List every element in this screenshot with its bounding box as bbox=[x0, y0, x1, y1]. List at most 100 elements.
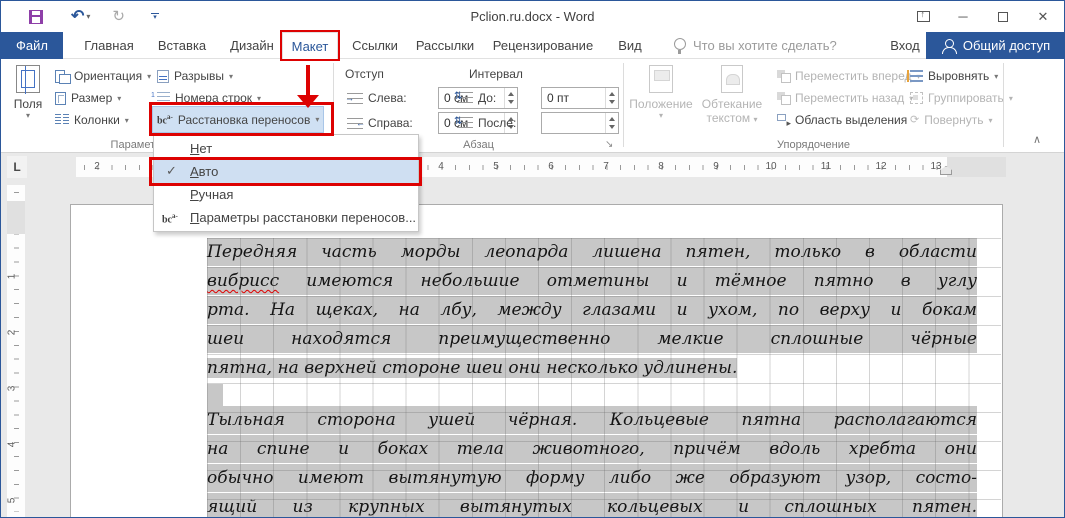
rotate-icon: ⟳ bbox=[910, 114, 919, 126]
spacing-before-input[interactable]: 0 пт bbox=[541, 87, 619, 109]
orientation-button[interactable]: Ориентация▾ bbox=[51, 65, 155, 87]
maximize-button[interactable] bbox=[986, 4, 1020, 30]
spacing-section-label: Интервал bbox=[469, 67, 523, 81]
tab-references[interactable]: Ссылки bbox=[346, 32, 404, 59]
position-button[interactable]: Положение ▾ bbox=[629, 65, 693, 120]
bring-forward-button[interactable]: Переместить вперед▾ bbox=[773, 65, 925, 87]
spinner-arrows[interactable] bbox=[504, 88, 517, 108]
ruler-number: 12 bbox=[875, 161, 886, 172]
sign-in-link[interactable]: Вход bbox=[885, 32, 925, 59]
orientation-icon bbox=[55, 70, 69, 83]
tab-design[interactable]: Дизайн bbox=[222, 32, 282, 59]
minimize-icon: ─ bbox=[958, 9, 967, 24]
ruler-number: 5 bbox=[493, 161, 499, 172]
group-button[interactable]: Группировать▾ bbox=[906, 87, 1017, 109]
selected-empty-line bbox=[207, 384, 223, 408]
hyphenation-icon: bca- bbox=[162, 211, 178, 225]
close-button[interactable]: ✕ bbox=[1026, 4, 1060, 30]
maximize-icon bbox=[998, 12, 1008, 22]
wrap-text-icon bbox=[721, 65, 743, 93]
hyphenation-button[interactable]: bca- Расстановка переносов▾ bbox=[152, 106, 324, 133]
margins-icon bbox=[16, 65, 40, 93]
tab-insert[interactable]: Вставка bbox=[150, 32, 214, 59]
margins-button[interactable]: Поля ▾ bbox=[7, 65, 49, 120]
breaks-button[interactable]: Разрывы▾ bbox=[153, 65, 237, 87]
window-controls: ─ ✕ bbox=[906, 1, 1060, 32]
menu-item-none[interactable]: Нет bbox=[154, 137, 418, 160]
ribbon-display-options-icon bbox=[917, 11, 930, 22]
rotate-button[interactable]: ⟳ Повернуть▾ bbox=[906, 109, 997, 131]
share-label: Общий доступ bbox=[963, 38, 1050, 53]
annotation-arrow-head bbox=[297, 95, 319, 108]
indent-section-label: Отступ bbox=[345, 67, 384, 81]
text-line[interactable]: Тыльная сторона ушей чёрная. Кольцевые п… bbox=[207, 406, 977, 434]
group-objects-icon bbox=[910, 92, 923, 104]
wrap-text-button[interactable]: Обтекание текстом ▾ bbox=[695, 65, 769, 127]
group-separator bbox=[623, 63, 624, 147]
text-line[interactable]: на спине и боках тела животного, причём … bbox=[207, 435, 977, 463]
spacing-before-icon bbox=[457, 92, 473, 104]
selection-pane-icon bbox=[777, 114, 790, 126]
vertical-ruler-margin bbox=[7, 201, 25, 234]
annotation-arrow bbox=[306, 65, 310, 95]
text-line[interactable]: ящий из крупных вытянутых кольцевых и сп… bbox=[207, 493, 977, 518]
text-line[interactable]: вибрисс имеются небольшие отметины и тём… bbox=[207, 267, 977, 295]
size-button[interactable]: Размер▾ bbox=[51, 87, 125, 109]
check-icon: ✓ bbox=[166, 163, 177, 179]
text-line[interactable]: пятна, на верхней стороне шеи они нескол… bbox=[207, 354, 977, 382]
minimize-button[interactable]: ─ bbox=[946, 4, 980, 30]
ruler-number: 10 bbox=[765, 161, 776, 172]
text-line[interactable]: Передняя часть морды леопарда лишена пят… bbox=[207, 238, 977, 266]
window-title: Pclion.ru.docx - Word bbox=[1, 9, 1064, 24]
hyphenation-dropdown-menu: Нет ✓ Авто Ручная bca- Параметры расстан… bbox=[153, 134, 419, 232]
align-button[interactable]: Выровнять▾ bbox=[906, 65, 1002, 87]
tab-layout[interactable]: Макет bbox=[282, 32, 338, 59]
tab-home[interactable]: Главная bbox=[77, 32, 141, 59]
text-line[interactable]: обычно имеют вытянутую форму либо же обр… bbox=[207, 464, 977, 492]
selection-pane-button[interactable]: Область выделения bbox=[773, 109, 911, 131]
text-line[interactable]: шеи находятся преимущественно мелкие спл… bbox=[207, 325, 977, 353]
spacing-after-input[interactable] bbox=[541, 112, 619, 134]
tab-selector[interactable]: L bbox=[7, 156, 27, 178]
tab-view[interactable]: Вид bbox=[609, 32, 651, 59]
tab-file[interactable]: Файл bbox=[1, 32, 63, 59]
send-backward-button[interactable]: Переместить назад▾ bbox=[773, 87, 917, 109]
menu-item-hyphenation-options[interactable]: bca- Параметры расстановки переносов... bbox=[154, 206, 418, 229]
spinner-arrows[interactable] bbox=[605, 113, 618, 133]
columns-button[interactable]: Колонки▾ bbox=[51, 109, 133, 131]
paragraph-dialog-launcher[interactable]: ↘ bbox=[605, 139, 613, 150]
indent-right-icon bbox=[347, 118, 363, 129]
ribbon-display-options-button[interactable] bbox=[906, 4, 940, 30]
indent-left-label: Слева: bbox=[343, 87, 411, 109]
tab-review[interactable]: Рецензирование bbox=[485, 32, 601, 59]
ruler-number: 5 bbox=[6, 498, 17, 504]
menu-item-auto[interactable]: ✓ Авто bbox=[154, 160, 418, 183]
person-icon bbox=[942, 39, 956, 53]
ruler-number: 4 bbox=[6, 442, 17, 448]
title-bar: ↶▾ ↻ ▾ Pclion.ru.docx - Word ─ ✕ bbox=[1, 1, 1064, 32]
vertical-ruler[interactable]: 1 2 3 4 5 bbox=[7, 185, 25, 518]
lightbulb-icon bbox=[669, 32, 689, 59]
align-icon bbox=[910, 70, 923, 82]
page-break-icon bbox=[157, 70, 169, 83]
tell-me-box[interactable]: Что вы хотите сделать? bbox=[693, 32, 853, 59]
spinner-arrows[interactable] bbox=[605, 88, 618, 108]
ribbon-tab-row: Файл Главная Вставка Дизайн Макет Ссылки… bbox=[1, 32, 1064, 59]
ruler-number: 13 bbox=[930, 161, 941, 172]
tab-mailings[interactable]: Рассылки bbox=[410, 32, 480, 59]
menu-item-manual[interactable]: Ручная bbox=[154, 183, 418, 206]
bring-forward-icon bbox=[777, 70, 790, 82]
indent-left-icon bbox=[347, 93, 363, 104]
spacing-before-label: До: bbox=[453, 87, 500, 109]
ruler-number: 4 bbox=[438, 161, 444, 172]
ruler-number: 9 bbox=[713, 161, 719, 172]
text-line[interactable]: рта. На щеках, на лбу, между глазами и у… bbox=[207, 296, 977, 324]
ruler-number: 3 bbox=[6, 386, 17, 392]
misspelled-word[interactable]: вибрисс bbox=[207, 271, 279, 291]
document-page[interactable]: Передняя часть морды леопарда лишена пят… bbox=[70, 204, 1003, 518]
ruler-number: 2 bbox=[6, 330, 17, 336]
send-backward-icon bbox=[777, 92, 790, 104]
collapse-ribbon-button[interactable]: ∧ bbox=[1033, 133, 1041, 146]
share-button[interactable]: Общий доступ bbox=[926, 32, 1065, 59]
group-label-arrange: Упорядочение bbox=[626, 139, 1001, 151]
